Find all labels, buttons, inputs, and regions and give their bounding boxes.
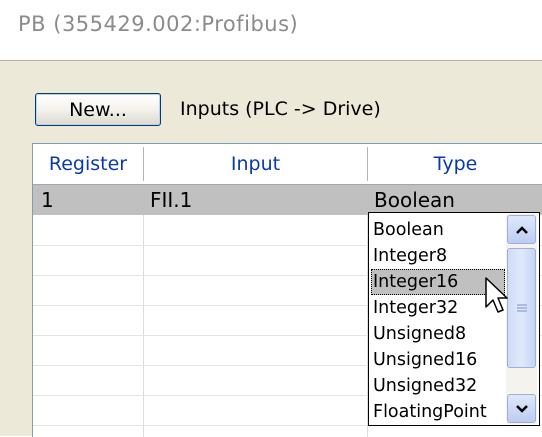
table-row[interactable]: 1 FII.1 Boolean [33,185,542,215]
title-divider [0,60,542,61]
input-cell: FII.1 [150,188,193,212]
option-boolean[interactable]: Boolean [371,217,505,243]
title-bar: PB (355429.002:Profibus) [0,0,542,60]
scrollbar-grip-icon [516,304,527,312]
option-unsigned8[interactable]: Unsigned8 [371,321,505,347]
dropdown-options: Boolean Integer8 Integer16 Integer32 Uns… [371,217,505,425]
column-header-input[interactable]: Input [144,144,367,184]
column-header-type[interactable]: Type [368,144,542,184]
scroll-down-button[interactable] [507,394,536,423]
column-header-register[interactable]: Register [33,144,143,184]
inputs-section-label: Inputs (PLC -> Drive) [180,98,381,120]
dropdown-scrollbar[interactable] [506,214,537,424]
table-header: Register Input Type [33,144,542,185]
new-button[interactable]: New... [35,93,161,126]
option-unsigned32[interactable]: Unsigned32 [371,373,505,399]
type-cell[interactable]: Boolean [374,185,455,215]
option-unsigned16[interactable]: Unsigned16 [371,347,505,373]
panel-title: PB (355429.002:Profibus) [18,12,299,36]
option-floatingpoint[interactable]: FloatingPoint [371,399,505,425]
arrow-cursor-icon [485,277,508,313]
option-integer8[interactable]: Integer8 [371,243,505,269]
profibus-panel: PB (355429.002:Profibus) New... Inputs (… [0,0,542,437]
grid-line [143,215,144,437]
scroll-up-icon [515,225,528,234]
register-cell: 1 [41,188,54,212]
type-dropdown-list[interactable]: Boolean Integer8 Integer16 Integer32 Uns… [368,212,540,426]
scroll-up-button[interactable] [507,215,536,244]
scroll-down-icon [515,404,528,413]
